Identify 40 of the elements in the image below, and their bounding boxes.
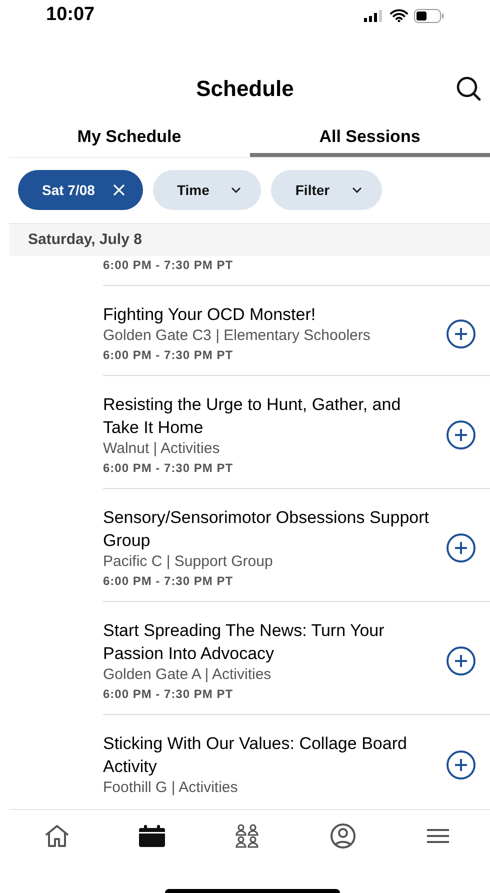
session-time: 6:00 PM - 7:30 PM PT (103, 573, 234, 590)
tab[interactable]: My Schedule (9, 118, 250, 157)
session-title[interactable]: Sticking With Our Values: Collage Board Activity (103, 732, 446, 778)
close-icon[interactable] (112, 184, 125, 196)
dropdown-chip[interactable]: Filter (271, 170, 382, 210)
session-title[interactable]: Fighting Your OCD Monster! (103, 303, 446, 326)
session-location: Walnut | Activities (103, 439, 221, 459)
add-icon[interactable] (446, 318, 476, 348)
session-time: 6:00 PM - 7:30 PM PT (103, 257, 234, 274)
session-time: 6:00 PM - 7:30 PM PT (103, 686, 234, 703)
calendar-icon[interactable] (139, 824, 166, 846)
session-title[interactable]: Start Spreading The News: Turn Your Passion Into Advocacy (103, 619, 446, 665)
session-time: 6:00 PM - 7:30 PM PT (103, 347, 234, 364)
battery-icon (414, 8, 444, 22)
session-location: Golden Gate A | Activities (103, 665, 272, 685)
chevron-down-icon (352, 187, 362, 193)
dropdown-chip[interactable]: Time (152, 170, 262, 210)
session-location: Foothill G | Activities (103, 778, 239, 798)
add-icon[interactable] (446, 646, 476, 676)
status-time: 10:07 (46, 3, 95, 28)
add-icon[interactable] (446, 533, 476, 563)
date-filter-chip[interactable]: Sat 7/08 (18, 170, 143, 210)
wifi-icon (390, 9, 408, 22)
group-icon[interactable] (235, 824, 260, 848)
session-title[interactable]: Sensory/Sensorimotor Obsessions Support Group (103, 506, 446, 552)
session-location: Pacific C | Support Group (103, 552, 274, 572)
profile-icon[interactable] (330, 822, 356, 848)
page-title: Schedule (196, 74, 294, 102)
add-icon[interactable] (446, 420, 476, 450)
session-title[interactable]: Resisting the Urge to Hunt, Gather, and Take It Home (103, 393, 446, 439)
search-icon[interactable] (456, 76, 482, 102)
date-header: Saturday, July 8 (28, 230, 142, 250)
session-location: Golden Gate C3 | Elementary Schoolers (103, 326, 372, 346)
signal-icon (364, 10, 384, 22)
home-icon[interactable] (44, 824, 70, 848)
menu-icon[interactable] (427, 828, 450, 844)
session-time: 6:00 PM - 7:30 PM PT (103, 460, 234, 477)
tab[interactable]: All Sessions (250, 118, 490, 157)
add-icon[interactable] (446, 750, 476, 780)
chevron-down-icon (231, 187, 242, 193)
